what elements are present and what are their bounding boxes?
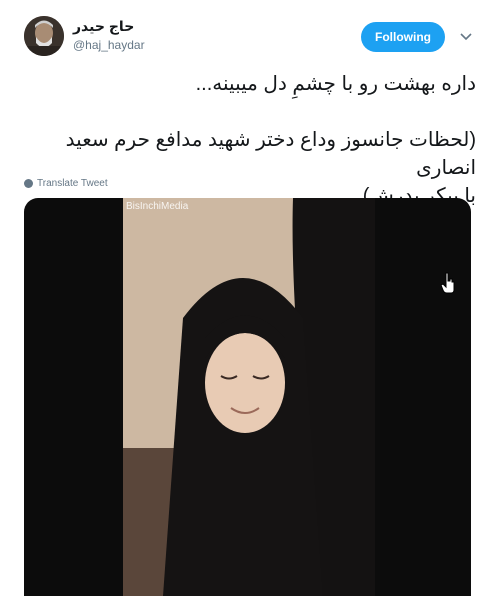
chevron-down-icon — [460, 33, 472, 41]
tweet-text-line-2: (لحظات جانسوز وداع دختر شهید مدافع حرم س… — [65, 129, 476, 179]
translate-label: Translate Tweet — [37, 178, 108, 189]
following-button[interactable]: Following — [361, 22, 445, 52]
hand-pointer-icon — [440, 272, 455, 294]
video-still-image — [123, 198, 375, 596]
more-options-button[interactable] — [458, 29, 474, 45]
user-handle[interactable]: @haj_haydar — [73, 38, 145, 52]
tweet-text: داره بهشت رو با چشمِ دل میبینه... (لحظات… — [26, 70, 476, 210]
globe-icon — [24, 179, 33, 188]
avatar-portrait — [24, 16, 64, 56]
tweet-header: حاج حیدر @haj_haydar Following — [0, 0, 500, 70]
tweet-text-line-1: داره بهشت رو با چشمِ دل میبینه... — [195, 73, 476, 95]
video-player[interactable]: BisInchiMedia — [24, 198, 471, 596]
translate-tweet-link[interactable]: Translate Tweet — [24, 178, 108, 189]
avatar[interactable] — [24, 16, 64, 56]
video-watermark: BisInchiMedia — [126, 201, 189, 212]
tweet-text-blank-line — [26, 98, 476, 126]
display-name[interactable]: حاج حیدر — [73, 18, 134, 35]
video-frame — [123, 198, 375, 596]
